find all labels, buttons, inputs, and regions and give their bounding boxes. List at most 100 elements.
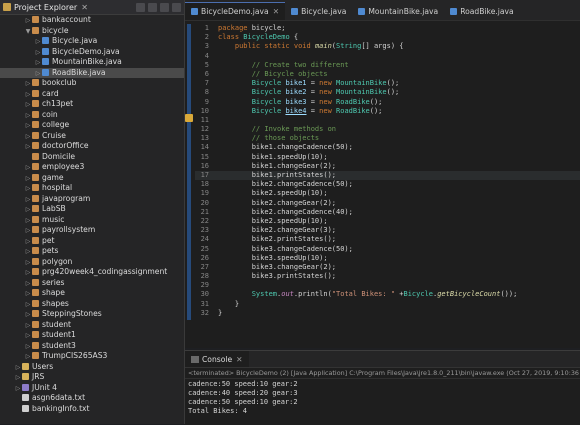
code-token: bike1.speedUp(10); bbox=[218, 152, 328, 161]
console-panel: Console ✕ <terminated> BicycleDemo (2) [… bbox=[185, 350, 580, 425]
tree-item-label: Bicycle.java bbox=[52, 36, 98, 45]
tree-item[interactable]: ▷ JRS bbox=[0, 372, 184, 383]
tree-item[interactable]: ▷ card bbox=[0, 89, 184, 100]
code-line-text: package bicycle; bbox=[218, 24, 285, 33]
collapse-all-icon[interactable] bbox=[136, 2, 145, 12]
code-line-text: bike2.changeCadence(50); bbox=[218, 180, 353, 189]
editor-tab[interactable]: MountainBike.java bbox=[352, 3, 444, 20]
console-line: cadence:50 speed:10 gear:2 bbox=[188, 398, 298, 406]
code-token: = bbox=[306, 106, 320, 115]
line-number: 32 bbox=[200, 308, 209, 317]
tree-item[interactable]: ▷ SteppingStones bbox=[0, 309, 184, 320]
code-token: bike2.changeCadence(40); bbox=[218, 207, 353, 216]
tree-item[interactable]: ▼ bicycle bbox=[0, 26, 184, 37]
code-line: 4 bbox=[195, 52, 580, 61]
tree-item[interactable]: ▷ Users bbox=[0, 362, 184, 373]
tree-item[interactable]: ▷ coin bbox=[0, 110, 184, 121]
code-line-text: public static void main(String[] args) { bbox=[218, 42, 404, 51]
code-text[interactable]: 1 package bicycle; 2 class BicycleDemo {3 p… bbox=[195, 24, 580, 318]
code-token: // those objects bbox=[218, 134, 320, 143]
tree-item[interactable]: ▷ TrumpCIS265AS3 bbox=[0, 351, 184, 362]
package-icon bbox=[32, 79, 39, 86]
line-number: 23 bbox=[200, 226, 209, 235]
tree-item-label: game bbox=[42, 172, 64, 182]
tree-item[interactable]: ▷ JUnit 4 bbox=[0, 383, 184, 394]
package-icon bbox=[32, 247, 39, 254]
tree-item[interactable]: ▷ Bicycle.java bbox=[0, 36, 184, 47]
editor-tab[interactable]: RoadBike.java bbox=[444, 3, 520, 20]
tree-item[interactable]: ▷ polygon bbox=[0, 257, 184, 268]
code-line-text: } bbox=[218, 300, 239, 309]
tree-item[interactable]: ▷ employee3 bbox=[0, 162, 184, 173]
tree-item[interactable]: ▷ college bbox=[0, 120, 184, 131]
tree-item[interactable]: ▷ student bbox=[0, 320, 184, 331]
tree-item-label: payrollsystem bbox=[42, 225, 96, 234]
code-token: BicycleDemo bbox=[243, 33, 290, 42]
tree-item-label: pets bbox=[42, 246, 59, 255]
tree-item-label: bookclub bbox=[42, 78, 77, 87]
tree-item[interactable]: ▷ shape bbox=[0, 288, 184, 299]
tree-item[interactable]: asgn6data.txt bbox=[0, 393, 184, 404]
code-token: bike1.changeCadence(50); bbox=[218, 143, 353, 152]
tree-item[interactable]: ▷ student3 bbox=[0, 341, 184, 352]
project-tree: ▷ bankaccount ▼ bicycle ▷ Bicycle.java ▷ Bicycl… bbox=[0, 15, 184, 424]
tree-item[interactable]: ▷ BicycleDemo.java bbox=[0, 47, 184, 58]
tree-item[interactable]: ▷ javaprogram bbox=[0, 194, 184, 205]
code-token: Bicycle bbox=[403, 290, 433, 299]
code-line: 19 bike2.speedUp(10); bbox=[195, 189, 580, 198]
java-file-icon bbox=[191, 8, 198, 15]
tree-item[interactable]: ▷ pet bbox=[0, 236, 184, 247]
tab-console[interactable]: Console ✕ bbox=[185, 351, 249, 367]
tree-item[interactable]: ▷ music bbox=[0, 215, 184, 226]
tree-item[interactable]: ▷ shapes bbox=[0, 299, 184, 310]
code-token: public static void bbox=[234, 42, 315, 51]
close-icon[interactable]: ✕ bbox=[81, 3, 88, 12]
tree-item[interactable]: ▷ Cruise bbox=[0, 131, 184, 142]
tree-item[interactable]: ▷ doctorOffice bbox=[0, 141, 184, 152]
tree-item[interactable]: ▷ ch13pet bbox=[0, 99, 184, 110]
tree-item[interactable]: ▷ MountainBike.java bbox=[0, 57, 184, 68]
tree-item[interactable]: ▷ hospital bbox=[0, 183, 184, 194]
code-token: new bbox=[319, 97, 337, 106]
close-icon[interactable]: ✕ bbox=[273, 3, 279, 20]
code-token: bike3.printStates(); bbox=[218, 272, 337, 281]
tree-item-label: bankingInfo.txt bbox=[32, 403, 90, 413]
tree-item[interactable]: bankingInfo.txt bbox=[0, 404, 184, 415]
tree-item[interactable]: ▷ series bbox=[0, 278, 184, 289]
tree-item[interactable]: ▷ student1 bbox=[0, 330, 184, 341]
editor-tab[interactable]: Bicycle.java bbox=[285, 3, 352, 20]
console-output[interactable]: cadence:50 speed:10 gear:2 cadence:40 spe… bbox=[185, 379, 580, 416]
package-icon bbox=[32, 121, 39, 128]
tree-item-label: JUnit 4 bbox=[32, 382, 57, 392]
code-token: bike4 bbox=[285, 106, 307, 115]
code-token: main bbox=[314, 42, 332, 51]
text-file-icon bbox=[22, 394, 29, 401]
code-token: String bbox=[336, 42, 362, 51]
tree-item[interactable]: ▷ RoadBike.java bbox=[0, 67, 184, 78]
console-status-line: <terminated> BicycleDemo (2) [Java Appli… bbox=[185, 368, 580, 379]
tree-item[interactable]: ▷ bankaccount bbox=[0, 15, 184, 26]
tree-item[interactable]: ▷ LabSB bbox=[0, 204, 184, 215]
tree-item[interactable]: ▷ payrollsystem bbox=[0, 225, 184, 236]
code-line: 3 public static void main(String[] args)… bbox=[195, 42, 580, 51]
tree-item[interactable]: ▷ prg420week4_codingassignment bbox=[0, 267, 184, 278]
line-number: 19 bbox=[200, 189, 209, 198]
minimize-icon[interactable] bbox=[172, 2, 181, 12]
tree-item[interactable]: ▷ game bbox=[0, 173, 184, 184]
code-line-text: bike1.printStates(); bbox=[218, 171, 336, 180]
link-with-editor-icon[interactable] bbox=[148, 2, 157, 12]
tree-item-label: SteppingStones bbox=[42, 309, 102, 318]
tree-item[interactable]: Domicile bbox=[0, 152, 184, 163]
code-line-text: bike3.printStates(); bbox=[218, 272, 336, 281]
editor-tab[interactable]: BicycleDemo.java ✕ bbox=[185, 2, 286, 20]
editor-tab-label: BicycleDemo.java bbox=[201, 7, 269, 16]
package-explorer-title[interactable]: Project Explorer bbox=[14, 3, 77, 12]
close-icon[interactable]: ✕ bbox=[236, 355, 242, 364]
tree-item[interactable]: ▷ bookclub bbox=[0, 78, 184, 89]
tree-item-label: bankaccount bbox=[42, 15, 91, 24]
tree-item[interactable]: ▷ pets bbox=[0, 246, 184, 257]
warning-icon[interactable] bbox=[185, 114, 193, 122]
view-menu-icon[interactable] bbox=[160, 2, 169, 12]
